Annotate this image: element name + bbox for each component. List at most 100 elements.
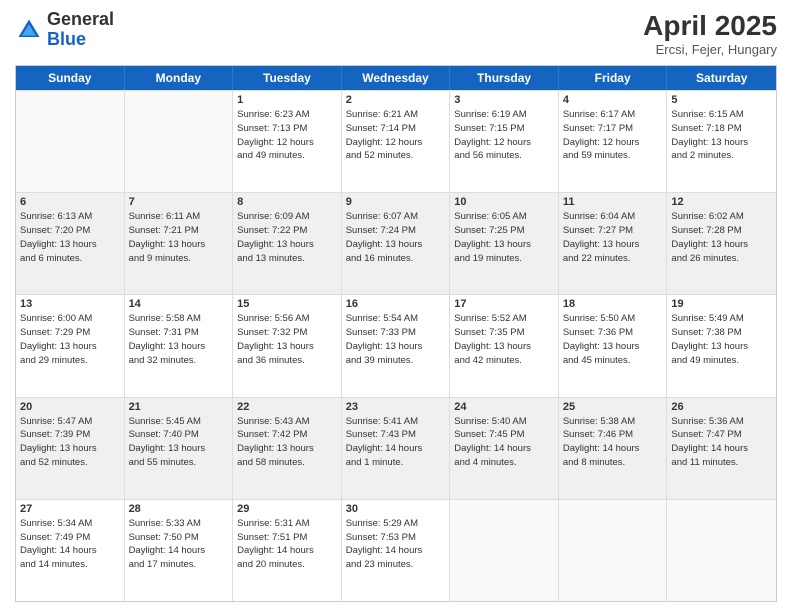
cell-line-3: and 56 minutes.: [454, 149, 554, 163]
cell-line-2: Daylight: 12 hours: [563, 136, 663, 150]
cell-line-1: Sunset: 7:17 PM: [563, 122, 663, 136]
header-day-monday: Monday: [125, 66, 234, 90]
month-year: April 2025: [643, 10, 777, 42]
cell-line-3: and 1 minute.: [346, 456, 446, 470]
cell-line-3: and 8 minutes.: [563, 456, 663, 470]
cell-line-1: Sunset: 7:38 PM: [671, 326, 772, 340]
cell-line-2: Daylight: 12 hours: [346, 136, 446, 150]
day-number: 20: [20, 401, 120, 413]
day-number: 5: [671, 94, 772, 106]
cell-line-3: and 52 minutes.: [20, 456, 120, 470]
cell-line-3: and 39 minutes.: [346, 354, 446, 368]
cell-line-2: Daylight: 13 hours: [563, 238, 663, 252]
cal-cell-25: 25Sunrise: 5:38 AMSunset: 7:46 PMDayligh…: [559, 398, 668, 499]
cell-line-1: Sunset: 7:25 PM: [454, 224, 554, 238]
day-number: 24: [454, 401, 554, 413]
cell-line-0: Sunrise: 6:21 AM: [346, 108, 446, 122]
cell-line-0: Sunrise: 6:13 AM: [20, 210, 120, 224]
cal-cell-30: 30Sunrise: 5:29 AMSunset: 7:53 PMDayligh…: [342, 500, 451, 601]
calendar-row-1: 6Sunrise: 6:13 AMSunset: 7:20 PMDaylight…: [16, 192, 776, 294]
cell-line-3: and 58 minutes.: [237, 456, 337, 470]
header-day-friday: Friday: [559, 66, 668, 90]
cal-cell-3: 3Sunrise: 6:19 AMSunset: 7:15 PMDaylight…: [450, 91, 559, 192]
cell-line-2: Daylight: 12 hours: [454, 136, 554, 150]
cell-line-1: Sunset: 7:24 PM: [346, 224, 446, 238]
cell-line-1: Sunset: 7:18 PM: [671, 122, 772, 136]
cell-line-2: Daylight: 14 hours: [237, 544, 337, 558]
cell-line-2: Daylight: 14 hours: [346, 544, 446, 558]
cell-line-1: Sunset: 7:43 PM: [346, 428, 446, 442]
cell-line-3: and 36 minutes.: [237, 354, 337, 368]
cell-line-0: Sunrise: 5:52 AM: [454, 312, 554, 326]
cell-line-0: Sunrise: 5:45 AM: [129, 415, 229, 429]
cell-line-0: Sunrise: 6:17 AM: [563, 108, 663, 122]
cell-line-3: and 23 minutes.: [346, 558, 446, 572]
cal-cell-9: 9Sunrise: 6:07 AMSunset: 7:24 PMDaylight…: [342, 193, 451, 294]
day-number: 10: [454, 196, 554, 208]
cell-line-2: Daylight: 13 hours: [563, 340, 663, 354]
cell-line-2: Daylight: 14 hours: [346, 442, 446, 456]
cal-cell-11: 11Sunrise: 6:04 AMSunset: 7:27 PMDayligh…: [559, 193, 668, 294]
day-number: 30: [346, 503, 446, 515]
cell-line-2: Daylight: 13 hours: [671, 136, 772, 150]
cell-line-2: Daylight: 14 hours: [20, 544, 120, 558]
logo-general: General: [47, 9, 114, 29]
cal-cell-empty-0-0: [16, 91, 125, 192]
cell-line-1: Sunset: 7:42 PM: [237, 428, 337, 442]
location: Ercsi, Fejer, Hungary: [643, 42, 777, 57]
header-day-wednesday: Wednesday: [342, 66, 451, 90]
cell-line-2: Daylight: 13 hours: [346, 340, 446, 354]
cell-line-3: and 14 minutes.: [20, 558, 120, 572]
cell-line-3: and 45 minutes.: [563, 354, 663, 368]
cell-line-1: Sunset: 7:33 PM: [346, 326, 446, 340]
cell-line-2: Daylight: 13 hours: [20, 238, 120, 252]
day-number: 1: [237, 94, 337, 106]
cell-line-0: Sunrise: 5:56 AM: [237, 312, 337, 326]
day-number: 23: [346, 401, 446, 413]
calendar-row-2: 13Sunrise: 6:00 AMSunset: 7:29 PMDayligh…: [16, 294, 776, 396]
cell-line-2: Daylight: 13 hours: [454, 238, 554, 252]
cal-cell-12: 12Sunrise: 6:02 AMSunset: 7:28 PMDayligh…: [667, 193, 776, 294]
cell-line-3: and 49 minutes.: [237, 149, 337, 163]
day-number: 11: [563, 196, 663, 208]
day-number: 2: [346, 94, 446, 106]
cell-line-0: Sunrise: 5:36 AM: [671, 415, 772, 429]
cell-line-0: Sunrise: 6:19 AM: [454, 108, 554, 122]
cell-line-3: and 16 minutes.: [346, 252, 446, 266]
cell-line-3: and 9 minutes.: [129, 252, 229, 266]
cell-line-0: Sunrise: 6:04 AM: [563, 210, 663, 224]
cal-cell-2: 2 Sunrise: 6:21 AMSunset: 7:14 PMDaylight…: [342, 91, 451, 192]
cell-line-0: Sunrise: 6:07 AM: [346, 210, 446, 224]
cell-line-0: Sunrise: 5:54 AM: [346, 312, 446, 326]
header-day-sunday: Sunday: [16, 66, 125, 90]
calendar-row-3: 20Sunrise: 5:47 AMSunset: 7:39 PMDayligh…: [16, 397, 776, 499]
cal-cell-27: 27Sunrise: 5:34 AMSunset: 7:49 PMDayligh…: [16, 500, 125, 601]
day-number: 27: [20, 503, 120, 515]
day-number: 21: [129, 401, 229, 413]
header-day-saturday: Saturday: [667, 66, 776, 90]
day-number: 29: [237, 503, 337, 515]
cell-line-2: Daylight: 13 hours: [237, 442, 337, 456]
cell-line-0: Sunrise: 5:38 AM: [563, 415, 663, 429]
cal-cell-17: 17Sunrise: 5:52 AMSunset: 7:35 PMDayligh…: [450, 295, 559, 396]
cell-line-1: Sunset: 7:28 PM: [671, 224, 772, 238]
cell-line-3: and 4 minutes.: [454, 456, 554, 470]
cell-line-3: and 59 minutes.: [563, 149, 663, 163]
cell-line-3: and 22 minutes.: [563, 252, 663, 266]
cell-line-0: Sunrise: 6:05 AM: [454, 210, 554, 224]
cell-line-2: Daylight: 13 hours: [454, 340, 554, 354]
cell-line-1: Sunset: 7:46 PM: [563, 428, 663, 442]
cell-line-2: Daylight: 13 hours: [129, 340, 229, 354]
cell-line-3: and 32 minutes.: [129, 354, 229, 368]
cell-line-1: Sunset: 7:14 PM: [346, 122, 446, 136]
day-number: 13: [20, 298, 120, 310]
cell-line-3: and 26 minutes.: [671, 252, 772, 266]
cell-line-0: Sunrise: 5:58 AM: [129, 312, 229, 326]
cell-line-1: Sunset: 7:22 PM: [237, 224, 337, 238]
day-number: 18: [563, 298, 663, 310]
cell-line-2: Daylight: 14 hours: [129, 544, 229, 558]
cell-line-2: Daylight: 14 hours: [671, 442, 772, 456]
logo-text: General Blue: [47, 10, 114, 50]
cell-line-0: Sunrise: 5:50 AM: [563, 312, 663, 326]
header-day-tuesday: Tuesday: [233, 66, 342, 90]
